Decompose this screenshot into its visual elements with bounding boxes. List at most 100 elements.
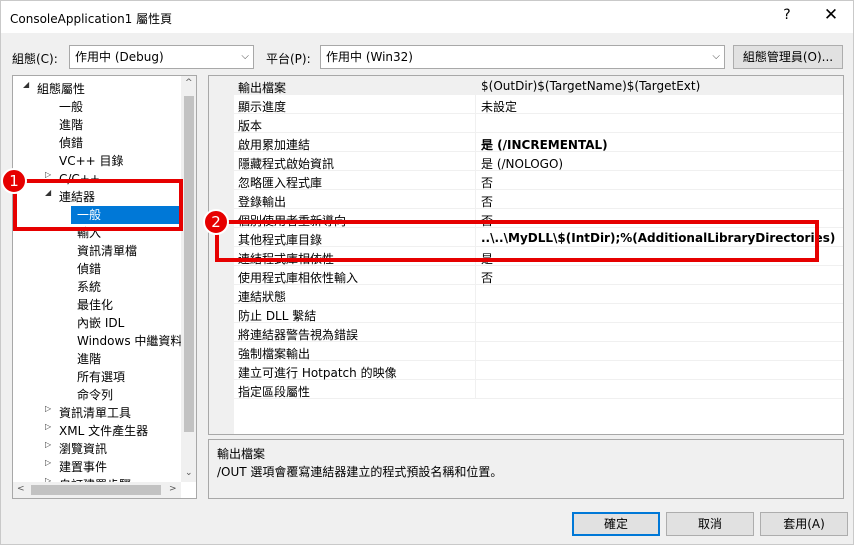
property-name: 強制檔案輸出 bbox=[238, 347, 311, 361]
column-divider bbox=[475, 342, 476, 361]
scroll-thumb[interactable] bbox=[31, 485, 161, 495]
chevron-down-icon: ⌵ bbox=[712, 51, 720, 62]
platform-combo[interactable]: 作用中 (Win32) ⌵ bbox=[320, 45, 725, 69]
tree-item-label: 進階 bbox=[59, 118, 84, 132]
property-row[interactable]: 登錄輸出 否 bbox=[234, 190, 843, 210]
tree-item[interactable]: 偵錯 bbox=[77, 260, 101, 278]
tree-item-label: 命令列 bbox=[77, 388, 114, 402]
column-divider bbox=[475, 114, 476, 133]
tree-item-label: Windows 中繼資料 bbox=[77, 334, 183, 348]
scroll-left-icon[interactable]: < bbox=[17, 484, 25, 494]
property-row[interactable]: 指定區段屬性 bbox=[234, 380, 843, 399]
chevron-down-icon: ⌵ bbox=[241, 51, 249, 62]
tree-item-label: 偵錯 bbox=[59, 136, 84, 150]
tree-item[interactable]: 組態屬性 bbox=[37, 80, 85, 98]
tree-item-label: 一般 bbox=[59, 100, 84, 114]
property-value[interactable]: 否 bbox=[481, 193, 493, 210]
collapsed-arrow-icon[interactable]: ▷ bbox=[45, 404, 51, 413]
property-value[interactable]: 未設定 bbox=[481, 98, 517, 115]
property-row[interactable]: 防止 DLL 繫結 bbox=[234, 304, 843, 323]
platform-label: 平台(P): bbox=[266, 52, 311, 66]
tree-item[interactable]: 瀏覽資訊 bbox=[59, 440, 107, 458]
close-icon[interactable]: ✕ bbox=[823, 5, 839, 25]
tree-item[interactable]: 建置事件 bbox=[59, 458, 107, 476]
property-row[interactable]: 強制檔案輸出 bbox=[234, 342, 843, 361]
property-pages-dialog: ConsoleApplication1 屬性頁 ? ✕ 組態(C): 作用中 (… bbox=[0, 0, 854, 545]
tree-item[interactable]: 系統 bbox=[77, 278, 101, 296]
property-row[interactable]: 連結狀態 bbox=[234, 285, 843, 304]
annotation-badge-1: 1 bbox=[1, 168, 27, 194]
scroll-right-icon[interactable]: > bbox=[169, 484, 177, 494]
tree-item[interactable]: 資訊清單工具 bbox=[59, 404, 131, 422]
property-name: 隱藏程式啟始資訊 bbox=[238, 157, 335, 171]
property-value[interactable]: 是 (/INCREMENTAL) bbox=[481, 136, 608, 153]
tree-item-label: XML 文件產生器 bbox=[59, 424, 149, 438]
tree-item-label: 偵錯 bbox=[77, 262, 102, 276]
configuration-label: 組態(C): bbox=[12, 52, 58, 66]
tree-item[interactable]: 一般 bbox=[59, 98, 83, 116]
property-tree[interactable]: ◢ 組態屬性 一般 進階 偵錯 VC++ 目錄 ▷ C/C++ ◢ 連結器 一般 輸入 資訊清單檔 偵錯系… bbox=[12, 75, 197, 499]
property-value[interactable]: 否 bbox=[481, 269, 493, 286]
tree-item[interactable]: 所有選項 bbox=[77, 368, 125, 386]
tree-item[interactable]: 命令列 bbox=[77, 386, 113, 404]
ok-button[interactable]: 確定 bbox=[572, 512, 660, 536]
tree-item[interactable]: XML 文件產生器 bbox=[59, 422, 148, 440]
annotation-box-linker-general bbox=[13, 179, 183, 231]
tree-item[interactable]: 進階 bbox=[77, 350, 101, 368]
scroll-up-icon[interactable]: ^ bbox=[185, 78, 193, 88]
configuration-combo[interactable]: 作用中 (Debug) ⌵ bbox=[69, 45, 254, 69]
expanded-arrow-icon[interactable]: ◢ bbox=[23, 80, 29, 89]
property-name: 使用程式庫相依性輸入 bbox=[238, 271, 359, 285]
tree-item-label: 進階 bbox=[77, 352, 102, 366]
column-divider bbox=[475, 285, 476, 304]
property-row[interactable]: 忽略匯入程式庫 否 bbox=[234, 171, 843, 191]
property-name: 將連結器警告視為錯誤 bbox=[238, 328, 359, 342]
help-button[interactable]: ? bbox=[779, 7, 795, 23]
configuration-manager-button[interactable]: 組態管理員(O)... bbox=[733, 45, 843, 69]
property-row[interactable]: 隱藏程式啟始資訊 是 (/NOLOGO) bbox=[234, 152, 843, 172]
column-divider bbox=[475, 380, 476, 399]
scroll-thumb[interactable] bbox=[184, 96, 194, 432]
collapsed-arrow-icon[interactable]: ▷ bbox=[45, 440, 51, 449]
property-row[interactable]: 輸出檔案 $(OutDir)$(TargetName)$(TargetExt) bbox=[234, 76, 843, 95]
property-row[interactable]: 建立可進行 Hotpatch 的映像 bbox=[234, 361, 843, 380]
property-row[interactable]: 將連結器警告視為錯誤 bbox=[234, 323, 843, 342]
collapsed-arrow-icon[interactable]: ▷ bbox=[45, 170, 51, 179]
cancel-button[interactable]: 取消 bbox=[666, 512, 754, 536]
configuration-value: 作用中 (Debug) bbox=[75, 50, 164, 64]
property-value[interactable]: 是 (/NOLOGO) bbox=[481, 155, 563, 172]
tree-item[interactable]: 最佳化 bbox=[77, 296, 113, 314]
property-value[interactable]: $(OutDir)$(TargetName)$(TargetExt) bbox=[481, 79, 700, 93]
property-row[interactable]: 版本 bbox=[234, 114, 843, 133]
column-divider bbox=[475, 171, 476, 190]
column-divider bbox=[475, 266, 476, 285]
description-panel: 輸出檔案 /OUT 選項會覆寫連結器建立的程式預設名稱和位置。 bbox=[208, 439, 844, 499]
property-row[interactable]: 顯示進度 未設定 bbox=[234, 95, 843, 115]
property-name: 連結狀態 bbox=[238, 290, 287, 304]
tree-item-label: 資訊清單檔 bbox=[77, 244, 138, 258]
property-row[interactable]: 使用程式庫相依性輸入 否 bbox=[234, 266, 843, 286]
title-bar: ConsoleApplication1 屬性頁 ? ✕ bbox=[1, 1, 853, 33]
tree-item-label: 建置事件 bbox=[59, 460, 108, 474]
property-name: 顯示進度 bbox=[238, 100, 287, 114]
tree-item[interactable]: 資訊清單檔 bbox=[77, 242, 137, 260]
property-value[interactable]: 否 bbox=[481, 174, 493, 191]
tree-horizontal-scrollbar[interactable]: < > bbox=[13, 482, 181, 498]
tree-item-label: 最佳化 bbox=[77, 298, 114, 312]
collapsed-arrow-icon[interactable]: ▷ bbox=[45, 422, 51, 431]
tree-item[interactable]: 內嵌 IDL bbox=[77, 314, 124, 332]
column-divider bbox=[475, 304, 476, 323]
property-name: 啟用累加連結 bbox=[238, 138, 311, 152]
tree-item[interactable]: 偵錯 bbox=[59, 134, 83, 152]
scroll-down-icon[interactable]: ⌄ bbox=[185, 468, 193, 478]
tree-item[interactable]: 進階 bbox=[59, 116, 83, 134]
property-row[interactable]: 啟用累加連結 是 (/INCREMENTAL) bbox=[234, 133, 843, 153]
apply-button[interactable]: 套用(A) bbox=[760, 512, 848, 536]
tree-vertical-scrollbar[interactable]: ^ ⌄ bbox=[181, 76, 196, 482]
annotation-box-additional-lib-dirs bbox=[215, 220, 819, 262]
tree-item[interactable]: VC++ 目錄 bbox=[59, 152, 124, 170]
collapsed-arrow-icon[interactable]: ▷ bbox=[45, 458, 51, 467]
tree-item[interactable]: Windows 中繼資料 bbox=[77, 332, 182, 350]
annotation-badge-2: 2 bbox=[203, 209, 229, 235]
column-divider bbox=[475, 133, 476, 152]
